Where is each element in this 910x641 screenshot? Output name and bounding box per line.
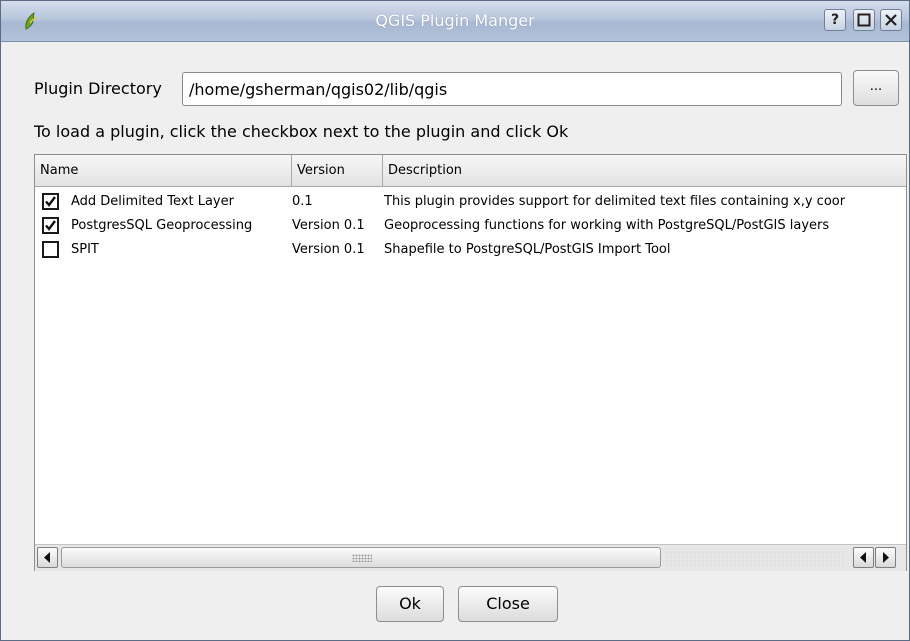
scroll-left-button[interactable] (37, 547, 58, 568)
close-window-button[interactable] (880, 9, 902, 31)
horizontal-scrollbar[interactable] (35, 544, 906, 571)
instructions-text: To load a plugin, click the checkbox nex… (34, 122, 569, 141)
arrow-left-icon (860, 552, 866, 563)
close-button[interactable]: Close (458, 586, 558, 622)
plugin-manager-window: QGIS Plugin Manger ? Plugin Directory ..… (0, 0, 910, 641)
title-bar[interactable]: QGIS Plugin Manger ? (1, 1, 909, 42)
checkmark-icon (45, 196, 56, 207)
plugin-version: 0.1 (292, 194, 313, 209)
scroll-left-button-2[interactable] (853, 547, 874, 568)
plugin-description: This plugin provides support for delimit… (384, 194, 846, 209)
window-title: QGIS Plugin Manger (375, 11, 535, 30)
maximize-icon (857, 13, 871, 27)
table-row[interactable]: SPIT Version 0.1 Shapefile to PostgreSQL… (35, 238, 906, 262)
table-row[interactable]: PostgresSQL Geoprocessing Version 0.1 Ge… (35, 214, 906, 238)
plugin-name: Add Delimited Text Layer (71, 194, 234, 209)
ok-button[interactable]: Ok (376, 586, 444, 622)
plugin-description: Shapefile to PostgreSQL/PostGIS Import T… (384, 242, 671, 257)
plugin-table[interactable]: Name Version Description Add Delimited T… (34, 154, 907, 571)
scrollbar-thumb[interactable] (61, 547, 661, 568)
close-icon (885, 14, 897, 26)
plugin-version: Version 0.1 (292, 242, 365, 257)
plugin-directory-input[interactable] (182, 72, 842, 106)
table-header: Name Version Description (35, 155, 906, 187)
column-header-description[interactable]: Description (383, 155, 906, 186)
help-button[interactable]: ? (824, 9, 846, 31)
plugin-version: Version 0.1 (292, 218, 365, 233)
plugin-checkbox[interactable] (42, 241, 59, 258)
arrow-right-icon (883, 552, 889, 563)
scrollbar-grip (352, 554, 372, 562)
plugin-name: PostgresSQL Geoprocessing (71, 218, 253, 233)
arrow-left-icon (44, 552, 50, 563)
table-row[interactable]: Add Delimited Text Layer 0.1 This plugin… (35, 190, 906, 214)
browse-directory-button[interactable]: ... (853, 70, 899, 106)
column-header-version[interactable]: Version (292, 155, 383, 186)
plugin-directory-label: Plugin Directory (34, 79, 162, 98)
column-header-name[interactable]: Name (35, 155, 292, 186)
plugin-checkbox[interactable] (42, 217, 59, 234)
plugin-checkbox[interactable] (42, 193, 59, 210)
maximize-button[interactable] (853, 9, 875, 31)
plugin-name: SPIT (71, 242, 99, 257)
plugin-description: Geoprocessing functions for working with… (384, 218, 830, 233)
scrollbar-track[interactable] (665, 547, 845, 568)
checkmark-icon (45, 220, 56, 231)
scroll-right-button[interactable] (875, 547, 896, 568)
